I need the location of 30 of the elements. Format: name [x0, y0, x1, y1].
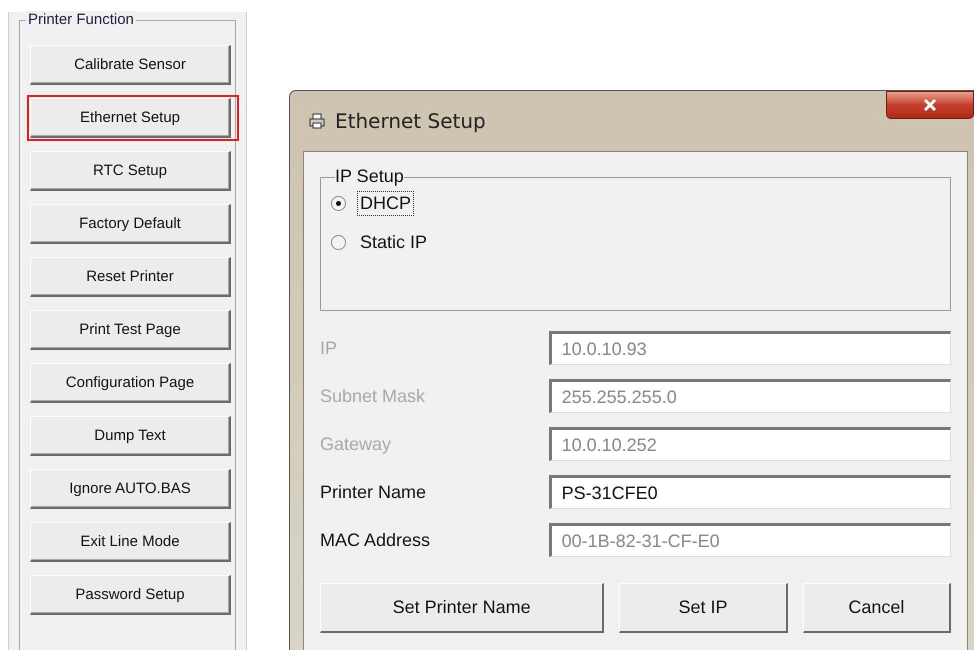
function-button[interactable]: Password Setup: [30, 575, 231, 615]
input-field[interactable]: 00-1B-82-31-CF-E0: [548, 523, 951, 557]
radio-button[interactable]: [331, 196, 346, 211]
close-icon: [923, 99, 937, 111]
input-field[interactable]: PS-31CFE0: [548, 475, 951, 509]
field-label: IP: [320, 338, 338, 358]
function-button[interactable]: Factory Default: [30, 204, 231, 244]
field-label: Gateway: [320, 434, 392, 454]
function-button[interactable]: Configuration Page: [30, 363, 231, 403]
group-title: IP Setup: [335, 166, 404, 187]
function-button[interactable]: RTC Setup: [30, 151, 231, 191]
function-button[interactable]: Print Test Page: [30, 310, 231, 350]
dialog-button[interactable]: Set Printer Name: [320, 583, 604, 633]
function-button[interactable]: Dump Text: [30, 416, 231, 456]
dialog-button[interactable]: Set IP: [619, 583, 788, 633]
function-button[interactable]: Reset Printer: [30, 257, 231, 297]
radio-button[interactable]: [331, 235, 346, 250]
field-label: Printer Name: [320, 482, 428, 502]
printer-icon: [309, 113, 325, 129]
field-label: MAC Address: [320, 530, 432, 550]
close-button[interactable]: [886, 91, 974, 119]
field-label: Subnet Mask: [320, 386, 426, 406]
function-button[interactable]: Exit Line Mode: [30, 522, 231, 562]
dialog-button[interactable]: Cancel: [802, 583, 951, 633]
radio-label[interactable]: Static IP: [358, 231, 430, 254]
radio-label[interactable]: DHCP: [358, 192, 414, 215]
function-button[interactable]: Ignore AUTO.BAS: [30, 469, 231, 509]
function-button[interactable]: Calibrate Sensor: [30, 45, 231, 85]
function-button[interactable]: Ethernet Setup: [30, 98, 231, 138]
window-title: Ethernet Setup: [335, 109, 486, 133]
